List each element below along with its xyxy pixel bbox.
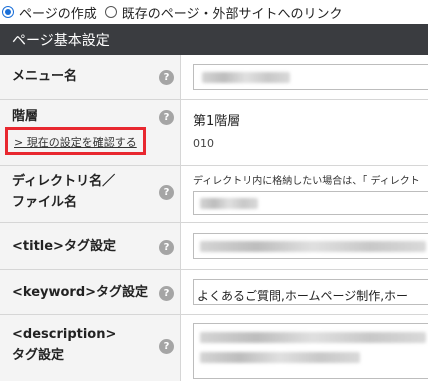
help-icon[interactable]: ? [159, 185, 174, 200]
redacted-text [200, 332, 426, 343]
check-current-settings-link[interactable]: > 現在の設定を確認する [14, 134, 137, 150]
section-title: ページ基本設定 [12, 32, 110, 49]
keyword-tag-label: <keyword>タグ設定 [12, 285, 149, 300]
description-tag-textarea[interactable] [193, 323, 428, 379]
redacted-text [200, 241, 426, 252]
description-tag-label-line2: タグ設定 [12, 348, 65, 363]
directory-label-line2: ファイル名 [12, 195, 78, 210]
title-tag-row: <title>タグ設定 ? [0, 223, 428, 270]
help-icon[interactable]: ? [159, 339, 174, 354]
title-tag-label: <title>タグ設定 [12, 239, 116, 254]
radio-unselected-icon [104, 6, 117, 18]
redacted-text [200, 352, 360, 363]
description-tag-label-line1: <description> [12, 327, 117, 342]
help-icon[interactable]: ? [159, 240, 174, 255]
description-tag-row: <description> タグ設定 ? [0, 315, 428, 381]
level-label: 階層 [12, 109, 39, 124]
section-header: ページ基本設定 [0, 24, 428, 55]
menu-name-row: メニュー名 ? [0, 55, 428, 100]
radio-selected-icon [2, 6, 14, 18]
help-icon[interactable]: ? [159, 70, 174, 85]
level-value: 第1階層 [193, 114, 241, 129]
page-type-radio-group: ページの作成 既存のページ・外部サイトへのリンク [0, 0, 428, 24]
directory-hint: ディレクトリ内に格納したい場合は、「 ディレクト [193, 176, 420, 187]
help-icon[interactable]: ? [159, 286, 174, 301]
help-icon[interactable]: ? [159, 110, 174, 125]
menu-name-input[interactable] [193, 64, 428, 90]
redacted-text [200, 198, 258, 209]
radio-create-page-label: ページの作成 [19, 6, 97, 22]
keyword-tag-value: よくあるご質問,ホームページ制作,ホー [197, 289, 409, 303]
menu-name-label: メニュー名 [12, 69, 78, 84]
redacted-text [202, 72, 290, 83]
directory-row: ディレクトリ名／ ファイル名 ? ディレクトリ内に格納したい場合は、「 ディレク… [0, 166, 428, 223]
radio-link-existing-label: 既存のページ・外部サイトへのリンク [121, 6, 343, 22]
directory-input[interactable] [193, 191, 428, 215]
level-code: 010 [193, 137, 214, 150]
directory-label-line1: ディレクトリ名／ [12, 174, 116, 189]
title-tag-input[interactable] [193, 233, 428, 259]
radio-create-page[interactable]: ページの作成 [2, 3, 97, 22]
radio-link-existing[interactable]: 既存のページ・外部サイトへのリンク [104, 3, 343, 22]
